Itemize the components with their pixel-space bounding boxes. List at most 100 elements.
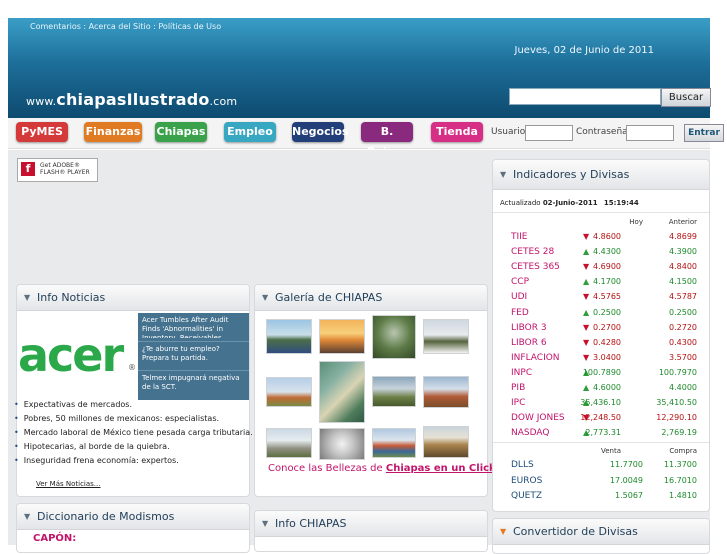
converter-title-text: Convertidor de Divisas <box>513 525 638 538</box>
list-item[interactable]: • Expectativas de mercados. <box>14 400 253 409</box>
login-button[interactable]: Entrar <box>684 124 724 142</box>
nav-empleo[interactable]: Empleo <box>224 122 276 142</box>
gallery-thumb-building[interactable] <box>266 377 312 407</box>
currency-row: EUROS 17.0049 16.7010 <box>493 476 709 491</box>
news-side-item[interactable]: Acer Tumbles After Audit Finds 'Abnormal… <box>142 316 246 338</box>
updated-label: Actualizado <box>500 199 541 207</box>
link-politicas[interactable]: Políticas de Uso <box>158 22 221 31</box>
gallery-thumb-sunset[interactable] <box>319 319 365 354</box>
indicator-name[interactable]: FED <box>511 308 529 318</box>
arrow-down-icon: ▼ <box>583 352 590 362</box>
nav-pymes[interactable]: PyMES <box>16 122 68 142</box>
gallery-thumb-canyon[interactable] <box>319 361 365 423</box>
logo-name: chiapasIlustrado <box>56 90 210 109</box>
news-side-item[interactable]: Telmex impugnará negativa de la SCT. <box>142 374 246 396</box>
gallery-thumb-sculpture[interactable] <box>319 428 365 460</box>
list-item[interactable]: • Inseguridad frena economía: expertos. <box>14 456 253 465</box>
gallery-thumb-cathedral[interactable] <box>423 376 469 408</box>
indicator-row: LIBOR 6 ▼ 0.4280 0.4300 <box>493 338 709 353</box>
gallery-thumb-town[interactable] <box>372 428 416 458</box>
list-item[interactable]: • Hipotecarias, al borde de la quiebra. <box>14 442 253 451</box>
list-item[interactable]: • Pobres, 50 millones de mexicanos: espec… <box>14 414 253 423</box>
indicator-name[interactable]: IPC <box>511 398 525 408</box>
indicators-panel-title: ▼ Indicadores y Divisas <box>493 160 709 190</box>
collapse-triangle-icon[interactable]: ▼ <box>500 160 506 190</box>
gallery-thumb-lake[interactable] <box>266 319 312 354</box>
indicator-hoy: 0.2500 <box>593 307 621 317</box>
divider <box>493 212 709 213</box>
indicator-name[interactable]: LIBOR 3 <box>511 323 547 333</box>
indicator-name[interactable]: CETES 28 <box>511 247 554 257</box>
arrow-up-icon: ▲ <box>583 307 590 317</box>
gallery-panel-title: ▼ Galería de CHIAPAS <box>255 285 487 311</box>
indicator-row: CETES 365 ▼ 4.6900 4.8400 <box>493 262 709 277</box>
indicator-name[interactable]: INPC <box>511 368 532 378</box>
password-input[interactable] <box>626 125 674 141</box>
collapse-triangle-icon[interactable]: ▼ <box>262 285 268 311</box>
indicator-hoy: 2,773.31 <box>585 428 621 438</box>
collapse-triangle-icon[interactable]: ▼ <box>262 511 268 537</box>
logo-suffix: .com <box>209 95 238 108</box>
indicator-name[interactable]: INFLACION <box>511 353 560 363</box>
info-chiapas-panel: ▼ Info CHIAPAS <box>254 510 488 552</box>
gallery-thumb-pyramid[interactable] <box>266 428 312 458</box>
indicator-anterior: 0.2500 <box>669 307 697 317</box>
gallery-thumb-church[interactable] <box>423 319 469 354</box>
currency-venta: 17.0049 <box>609 475 643 485</box>
indicator-hoy: 4.6900 <box>593 262 621 272</box>
search-input[interactable] <box>509 88 661 105</box>
current-date: Jueves, 02 de Junio de 2011 <box>514 45 655 56</box>
indicator-name[interactable]: NASDAQ <box>511 428 549 438</box>
link-acerca[interactable]: Acerca del Sitio <box>89 22 151 31</box>
usuario-input[interactable] <box>525 125 573 141</box>
currency-row: QUETZ 1.5067 1.4810 <box>493 491 709 506</box>
nav-chiapas[interactable]: Chiapas <box>155 122 207 142</box>
dictionary-panel-title: ▼ Diccionario de Modismos <box>17 504 249 530</box>
search-button[interactable]: Buscar <box>661 88 711 107</box>
indicator-name[interactable]: PIB <box>511 383 525 393</box>
flash-player-badge[interactable]: f Get ADOBE® FLASH® PLAYER <box>17 158 98 182</box>
gallery-thumb-archway[interactable] <box>423 426 469 458</box>
indicator-name[interactable]: UDI <box>511 292 527 302</box>
gallery-thumb-ruins[interactable] <box>372 376 416 407</box>
nav-finanzas[interactable]: Finanzas <box>84 122 142 142</box>
nav-tienda[interactable]: Tienda <box>431 122 483 142</box>
indicator-name[interactable]: DOW JONES <box>511 413 565 423</box>
collapse-triangle-icon[interactable]: ▼ <box>24 285 30 311</box>
collapse-triangle-icon[interactable]: ▼ <box>24 504 30 530</box>
currency-name[interactable]: QUETZ <box>511 491 542 501</box>
indicator-anterior: 2,769.19 <box>661 428 697 438</box>
nav-negocios[interactable]: Negocios <box>292 122 349 142</box>
indicator-hoy: 0.4280 <box>593 337 621 347</box>
divider <box>138 341 249 342</box>
indicator-name[interactable]: LIBOR 6 <box>511 338 547 348</box>
indicator-name[interactable]: TIIE <box>511 232 528 242</box>
site-logo[interactable]: www.chiapasIlustrado.com <box>26 90 237 109</box>
currency-name[interactable]: EUROS <box>511 476 542 486</box>
indicator-name[interactable]: CETES 365 <box>511 262 560 272</box>
gallery-caption-link[interactable]: Chiapas en un Click <box>386 463 496 474</box>
more-news-link[interactable]: Ver Más Noticias... <box>36 480 100 488</box>
arrow-down-icon: ▼ <box>583 292 590 302</box>
indicator-anterior: 0.2720 <box>669 322 697 332</box>
news-side-item[interactable]: ¿Te aburre tu empleo? Prepara tu partida… <box>142 345 246 367</box>
indicator-row: INPC ▲ 100.7890 100.7970 <box>493 368 709 383</box>
currency-venta: 11.7700 <box>609 460 643 469</box>
list-item[interactable]: • Mercado laboral de México tiene pesada … <box>14 428 253 437</box>
currency-name[interactable]: DLLS <box>511 460 534 470</box>
indicator-name[interactable]: CCP <box>511 277 529 287</box>
dictionary-panel: ▼ Diccionario de Modismos CAPÓN: <box>16 503 250 553</box>
nav-bienes-raices[interactable]: B. Raices <box>361 122 413 158</box>
gallery-thumb-ruins-jungle[interactable] <box>372 315 416 359</box>
indicator-row: CETES 28 ▲ 4.4300 4.3900 <box>493 247 709 262</box>
indicator-anterior: 12,290.10 <box>656 413 697 423</box>
currency-row: DLLS 11.7700 11.3700 <box>493 460 709 475</box>
dictionary-title-text: Diccionario de Modismos <box>37 510 175 523</box>
dictionary-word: CAPÓN: <box>33 533 77 544</box>
news-list: • Expectativas de mercados. • Pobres, 50 m… <box>14 400 253 470</box>
link-comentarios[interactable]: Comentarios <box>30 22 81 31</box>
collapse-triangle-icon[interactable]: ▼ <box>500 519 506 545</box>
arrow-down-icon: ▼ <box>583 322 590 332</box>
indicators-panel: ▼ Indicadores y Divisas Actualizado 02-J… <box>492 159 710 512</box>
col-compra-header: Compra <box>669 447 697 455</box>
